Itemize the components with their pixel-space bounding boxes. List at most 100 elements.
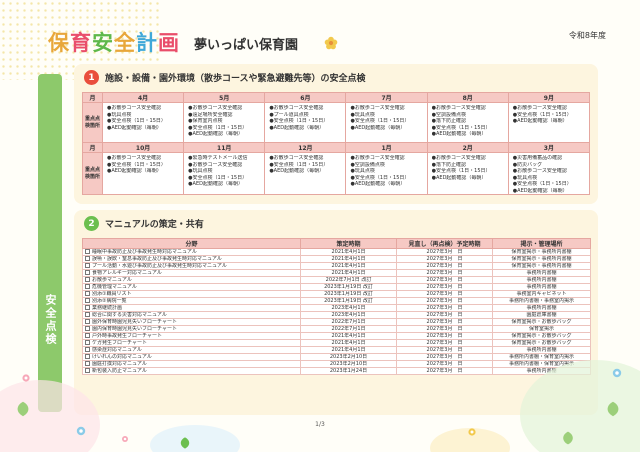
manual-name-cell: ケガ発生フローチャート (82, 339, 301, 347)
checkbox[interactable] (85, 361, 90, 366)
checkbox[interactable] (85, 270, 90, 275)
manual-name-cell: 食物アレルギー対応マニュアル (82, 269, 301, 277)
manual-name-cell: お散歩マニュアル (82, 276, 301, 284)
inspection-item: ●AED起動確認（毎朝） (512, 118, 568, 124)
checkbox[interactable] (85, 326, 90, 331)
sidebar-tab: 安全点検 (38, 74, 62, 412)
section-header: 1 施設・設備・園外環境（散歩コースや緊急避難先等）の安全点検 (84, 70, 366, 85)
month-label: 月 (82, 142, 103, 153)
section-number-badge: 2 (84, 216, 99, 231)
checkbox[interactable] (85, 368, 90, 373)
title-char: 全 (114, 30, 135, 55)
review-date-cell: 2027年3月 日 (396, 262, 493, 270)
checkbox[interactable] (85, 312, 90, 317)
manual-name-cell: 感染症対応マニュアル (82, 346, 301, 354)
manual-name-cell: 戸外時事故発生フローチャート (82, 332, 301, 340)
month-header-row: 月 10月 11月 12月 1月 2月 3月 (82, 142, 591, 153)
checkbox[interactable] (85, 256, 90, 261)
month-header: 2月 (426, 142, 509, 153)
leaf-icon (17, 401, 29, 417)
table-row: お散歩マニュアル 2022年7月1日 改訂 2027年3月 日事務所内書棚 (82, 276, 591, 284)
inspection-cell: ●お散歩コース安全確認 ●落下防止確認 ●安全点検（1日・15日） ●AED起動確認（… (426, 152, 509, 195)
month-header: 1月 (345, 142, 428, 153)
checkbox[interactable] (85, 263, 90, 268)
inspection-cell: ●お散歩コース安全確認 ●安全点検（1日・15日） ●AED起動確認（毎朝） (101, 152, 185, 195)
table-row: 睡眠中事故防止及び事故発生時対応マニュアル 2021年4月1日 2027年3月 日保… (82, 248, 591, 256)
table-row: 総合に関する災害対応マニュアル 2023年4月1日 2027年3月 日園庭倉庫書棚 (82, 311, 591, 319)
checkbox[interactable] (85, 305, 90, 310)
inspection-item: ●AED起動確認（毎朝） (350, 124, 406, 131)
inspection-item: ●AED起動確認（毎朝） (188, 181, 243, 187)
location-cell: 事務所内書棚 (492, 283, 591, 291)
creation-date-cell: 2023年2月10日 (300, 353, 397, 361)
title-char: 安 (92, 30, 113, 55)
flower-icon (76, 426, 86, 436)
manual-name: けいれんの対応マニュアル (92, 354, 152, 360)
manual-name-cell: 総合に関する災害対応マニュアル (82, 311, 301, 319)
checkbox[interactable] (85, 277, 90, 282)
inspection-cell: ●お散歩コース安全確認 ●空調設備点検 ●落下防止確認 ●安全点検（1日・15日） ●A… (426, 102, 509, 143)
inspection-cell: ●お散歩コース安全確認 ●遠足場所安全確認 ●保育室内点検 ●安全点検（1日・15日）… (183, 102, 266, 143)
nursery-name: 夢いっぱい保育園 (194, 37, 299, 53)
table-row: 別添①職員リスト 2023年1月19日 改訂 2027年3月 日事務室内キャビネット (82, 290, 591, 298)
manual-name: ケガ発生フローチャート (92, 340, 147, 346)
section-title: マニュアルの策定・共有 (105, 220, 204, 230)
review-date-cell: 2027年3月 日 (396, 360, 493, 368)
manual-name-cell: 危機管理マニュアル (82, 283, 301, 291)
column-header: 分野 (82, 238, 301, 249)
location-cell: 事務所内書棚・保育室内掲示 (492, 353, 591, 361)
review-date-cell: 2027年3月 日 (396, 339, 493, 347)
location-cell: 事務所内書棚 (492, 304, 591, 312)
location-cell: 保育室掲示・お散歩バッグ (492, 332, 591, 340)
month-header: 10月 (101, 142, 185, 153)
table-row: 危機管理マニュアル 2023年1月19日 改訂 2027年3月 日事務所内書棚 (82, 283, 591, 291)
checkbox[interactable] (85, 347, 90, 352)
creation-date-cell: 2021年4月1日 (300, 339, 397, 347)
checkbox[interactable] (85, 249, 90, 254)
checkbox[interactable] (85, 333, 90, 338)
manual-name-cell: 園内保育時園児見失いフローチャート (82, 325, 301, 333)
month-header: 3月 (507, 142, 591, 153)
review-date-cell: 2027年3月 日 (396, 248, 493, 256)
creation-date-cell: 2022年7月1日 (300, 325, 397, 333)
checkbox[interactable] (85, 291, 90, 296)
review-date-cell: 2027年3月 日 (396, 311, 493, 319)
manual-name: 業務継続計画 (92, 305, 123, 311)
creation-date-cell: 2022年7月1日 改訂 (300, 276, 397, 284)
review-date-cell: 2027年3月 日 (396, 304, 493, 312)
manual-name: 園外保育時園児見失いフローチャート (92, 319, 177, 325)
creation-date-cell: 2023年1月24日 (300, 367, 397, 375)
leaf-icon (607, 401, 619, 417)
manual-name-cell: 睡眠中事故防止及び事故発生時対応マニュアル (82, 248, 301, 256)
checkbox[interactable] (85, 354, 90, 359)
inspection-row: 重点点検箇所 ●お散歩コース安全確認 ●安全点検（1日・15日） ●AED起動確認（毎… (82, 152, 591, 195)
checkbox[interactable] (85, 319, 90, 324)
manuals-header-row: 分野 策定時期 見直し（再点検）予定時期 掲示・管理場所 (82, 238, 591, 249)
month-header-row: 月 4月 5月 6月 7月 8月 9月 (82, 92, 591, 103)
column-header: 掲示・管理場所 (492, 238, 591, 249)
manual-name: 園内保育時園児見失いフローチャート (92, 326, 177, 332)
review-date-cell: 2027年3月 日 (396, 367, 493, 375)
leaf-icon (180, 437, 190, 449)
inspection-item: ●AED起動確認（毎朝） (107, 124, 162, 131)
manual-name: 別添①職員リスト (92, 291, 132, 297)
checkbox[interactable] (85, 340, 90, 345)
table-row: 業務継続計画 2023年4月1日 2027年3月 日事務所内書棚 (82, 304, 591, 312)
checkbox[interactable] (85, 298, 90, 303)
table-row: 園内保育時園児見失いフローチャート 2022年7月1日 2027年3月 日保育室掲示 (82, 325, 591, 333)
inspection-cell: ●お散歩コース安全確認 ●プール道具点検 ●安全点検（1日・15日） ●AED起動確認… (264, 102, 347, 143)
review-date-cell: 2027年3月 日 (396, 283, 493, 291)
location-cell: 保育室掲示・事務所内書棚 (492, 248, 591, 256)
checkbox[interactable] (85, 284, 90, 289)
row-label: 重点点検箇所 (82, 102, 103, 143)
location-cell: 保育室掲示 (492, 325, 591, 333)
table-row: ケガ発生フローチャート 2021年4月1日 2027年3月 日保育室掲示・お散歩バッ… (82, 339, 591, 347)
sidebar-label: 安全点検 (44, 294, 57, 346)
section-number-badge: 1 (84, 70, 99, 85)
location-cell: 保育室掲示・事務所内書棚 (492, 262, 591, 270)
manual-name-cell: 業務継続計画 (82, 304, 301, 312)
manual-name: 園庭打撲対応マニュアル (92, 361, 147, 367)
flower-icon (324, 36, 338, 50)
creation-date-cell: 2021年4月1日 (300, 269, 397, 277)
manual-name: 誤嚥・誤飲・窒息事故防止及び事故発生時対応マニュアル (92, 256, 222, 262)
